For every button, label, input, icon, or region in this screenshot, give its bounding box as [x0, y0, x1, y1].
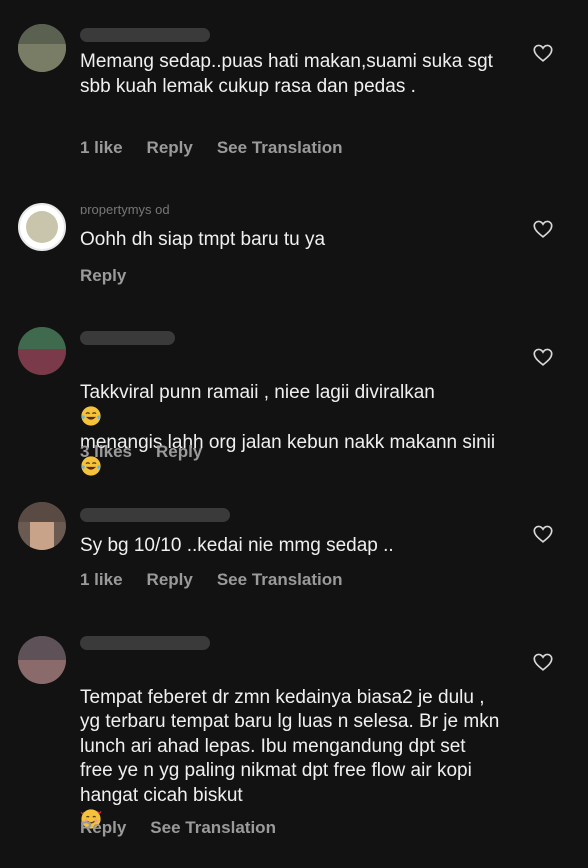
username-redacted[interactable] [80, 28, 210, 42]
comment-text-part: Takkviral punn ramaii , niee lagii divir… [80, 381, 435, 403]
like-count[interactable]: 1 like [80, 570, 123, 590]
username-redacted[interactable] [80, 508, 230, 522]
reply-button[interactable]: Reply [147, 138, 193, 158]
comment-actions: Reply [80, 266, 126, 286]
see-translation-button[interactable]: See Translation [217, 570, 343, 590]
comment-text-part: Tempat feberet dr zmn kedainya biasa2 je… [80, 686, 500, 806]
face-with-tears-of-joy-icon [81, 406, 101, 426]
like-count[interactable]: 3 likes [80, 442, 132, 462]
comment-actions: 1 like Reply See Translation [80, 570, 343, 590]
comment-text: Tempat feberet dr zmn kedainya biasa2 je… [80, 661, 500, 834]
avatar[interactable] [18, 327, 66, 375]
username-redacted[interactable] [80, 331, 175, 345]
comment-text: Sy bg 10/10 ..kedai nie mmg sedap .. [80, 535, 394, 556]
heart-outline-icon[interactable] [532, 218, 554, 240]
avatar[interactable] [18, 502, 66, 550]
comment-actions: 1 like Reply See Translation [80, 138, 343, 158]
comment-text: Oohh dh siap tmpt baru tu ya [80, 229, 326, 250]
reply-button[interactable]: Reply [80, 818, 126, 838]
reply-button[interactable]: Reply [80, 266, 126, 286]
see-translation-button[interactable]: See Translation [150, 818, 276, 838]
avatar[interactable] [18, 203, 66, 251]
avatar[interactable] [18, 636, 66, 684]
avatar[interactable] [18, 24, 66, 72]
comment-text: Memang sedap..puas hati makan,suami suka… [80, 51, 493, 97]
see-translation-button[interactable]: See Translation [217, 138, 343, 158]
comment-actions: 3 likes Reply [80, 442, 202, 462]
heart-outline-icon[interactable] [532, 42, 554, 64]
comment-actions: Reply See Translation [80, 818, 276, 838]
username-partial[interactable]: propertymys od [80, 203, 220, 217]
username-redacted[interactable] [80, 636, 210, 650]
like-count[interactable]: 1 like [80, 138, 123, 158]
heart-outline-icon[interactable] [532, 346, 554, 368]
heart-outline-icon[interactable] [532, 523, 554, 545]
reply-button[interactable]: Reply [147, 570, 193, 590]
heart-outline-icon[interactable] [532, 651, 554, 673]
reply-button[interactable]: Reply [156, 442, 202, 462]
